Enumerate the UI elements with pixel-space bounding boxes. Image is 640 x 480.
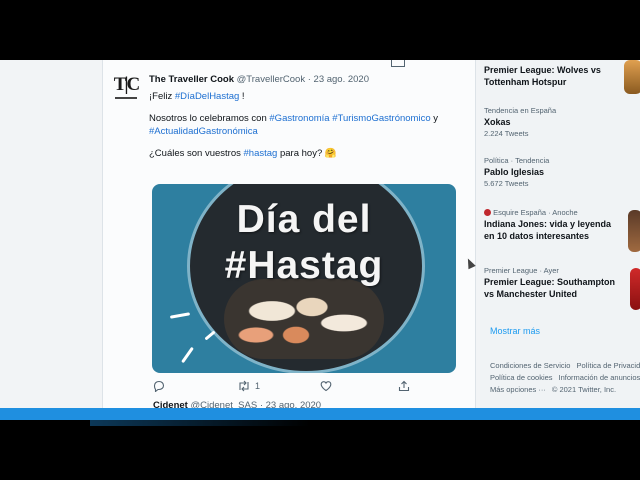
avatar-logo-text: T|C — [113, 74, 141, 95]
reply-icon — [153, 380, 165, 392]
share-icon[interactable] — [391, 60, 405, 67]
trend-item[interactable]: Política · Tendencia Pablo Iglesias 5.67… — [484, 156, 634, 189]
like-button[interactable] — [320, 380, 332, 392]
hashtag-link[interactable]: #Gastronomía — [269, 113, 329, 124]
trend-item[interactable]: Tendencia en España Xokas 2.224 Tweets — [484, 106, 634, 139]
trend-item[interactable]: Esquire España · Anoche Indiana Jones: v… — [484, 208, 634, 242]
tweet-text: ¡Feliz #DíaDelHastag ! Nosotros lo celeb… — [149, 91, 438, 159]
tweet-image[interactable]: Día del #Hastag — [152, 184, 456, 373]
trends-sidebar: Premier League: Wolves vs Tottenham Hots… — [480, 60, 640, 418]
cookies-link[interactable]: Política de cookies — [490, 373, 553, 382]
share-icon — [398, 380, 410, 392]
trend-item[interactable]: Premier League: Wolves vs Tottenham Hots… — [484, 64, 634, 88]
privacy-link[interactable]: Política de Privacidad — [576, 361, 640, 370]
trend-thumbnail — [628, 210, 640, 252]
timeline-feed: T|C The Traveller Cook @TravellerCook · … — [102, 60, 476, 418]
trend-thumbnail — [630, 268, 640, 310]
hashtag-link[interactable]: #hastag — [244, 148, 278, 159]
image-text-line2: #Hastag — [224, 244, 384, 287]
tweet-header: The Traveller Cook @TravellerCook · 23 a… — [149, 74, 370, 85]
hashtag-link[interactable]: #DíaDelHastag — [175, 91, 239, 102]
retweet-button[interactable]: 1 — [237, 380, 260, 392]
footer-links: Condiciones de Servicio Política de Priva… — [490, 360, 640, 396]
hashtag-link[interactable]: #TurismoGastrónomico — [332, 113, 430, 124]
show-more-link[interactable]: Mostrar más — [490, 326, 540, 336]
display-name[interactable]: The Traveller Cook — [149, 74, 234, 85]
hashtag-link[interactable]: #ActualidadGastronómica — [149, 126, 258, 137]
copyright: © 2021 Twitter, Inc. — [551, 385, 617, 394]
ads-info-link[interactable]: Información de anuncios — [559, 373, 640, 382]
handle[interactable]: @TravellerCook — [237, 74, 305, 85]
tweet-date[interactable]: 23 ago. 2020 — [314, 74, 369, 85]
share-button[interactable] — [398, 380, 410, 392]
trend-item[interactable]: Premier League · Ayer Premier League: So… — [484, 266, 634, 300]
retweet-count: 1 — [255, 381, 261, 391]
sushi-image — [224, 279, 384, 359]
esquire-logo-icon — [484, 209, 491, 216]
terms-link[interactable]: Condiciones de Servicio — [490, 361, 570, 370]
reply-button[interactable] — [153, 380, 165, 392]
trend-thumbnail — [624, 60, 640, 94]
taskbar — [0, 408, 640, 420]
browser-viewport: T|C The Traveller Cook @TravellerCook · … — [0, 60, 640, 418]
image-text-line1: Día del — [236, 198, 372, 241]
tweet-actions: 1 — [153, 380, 458, 396]
heart-icon — [320, 381, 332, 392]
avatar[interactable]: T|C — [113, 74, 141, 102]
more-options-link[interactable]: Más opciones ··· — [490, 385, 546, 394]
retweet-icon — [239, 380, 249, 392]
